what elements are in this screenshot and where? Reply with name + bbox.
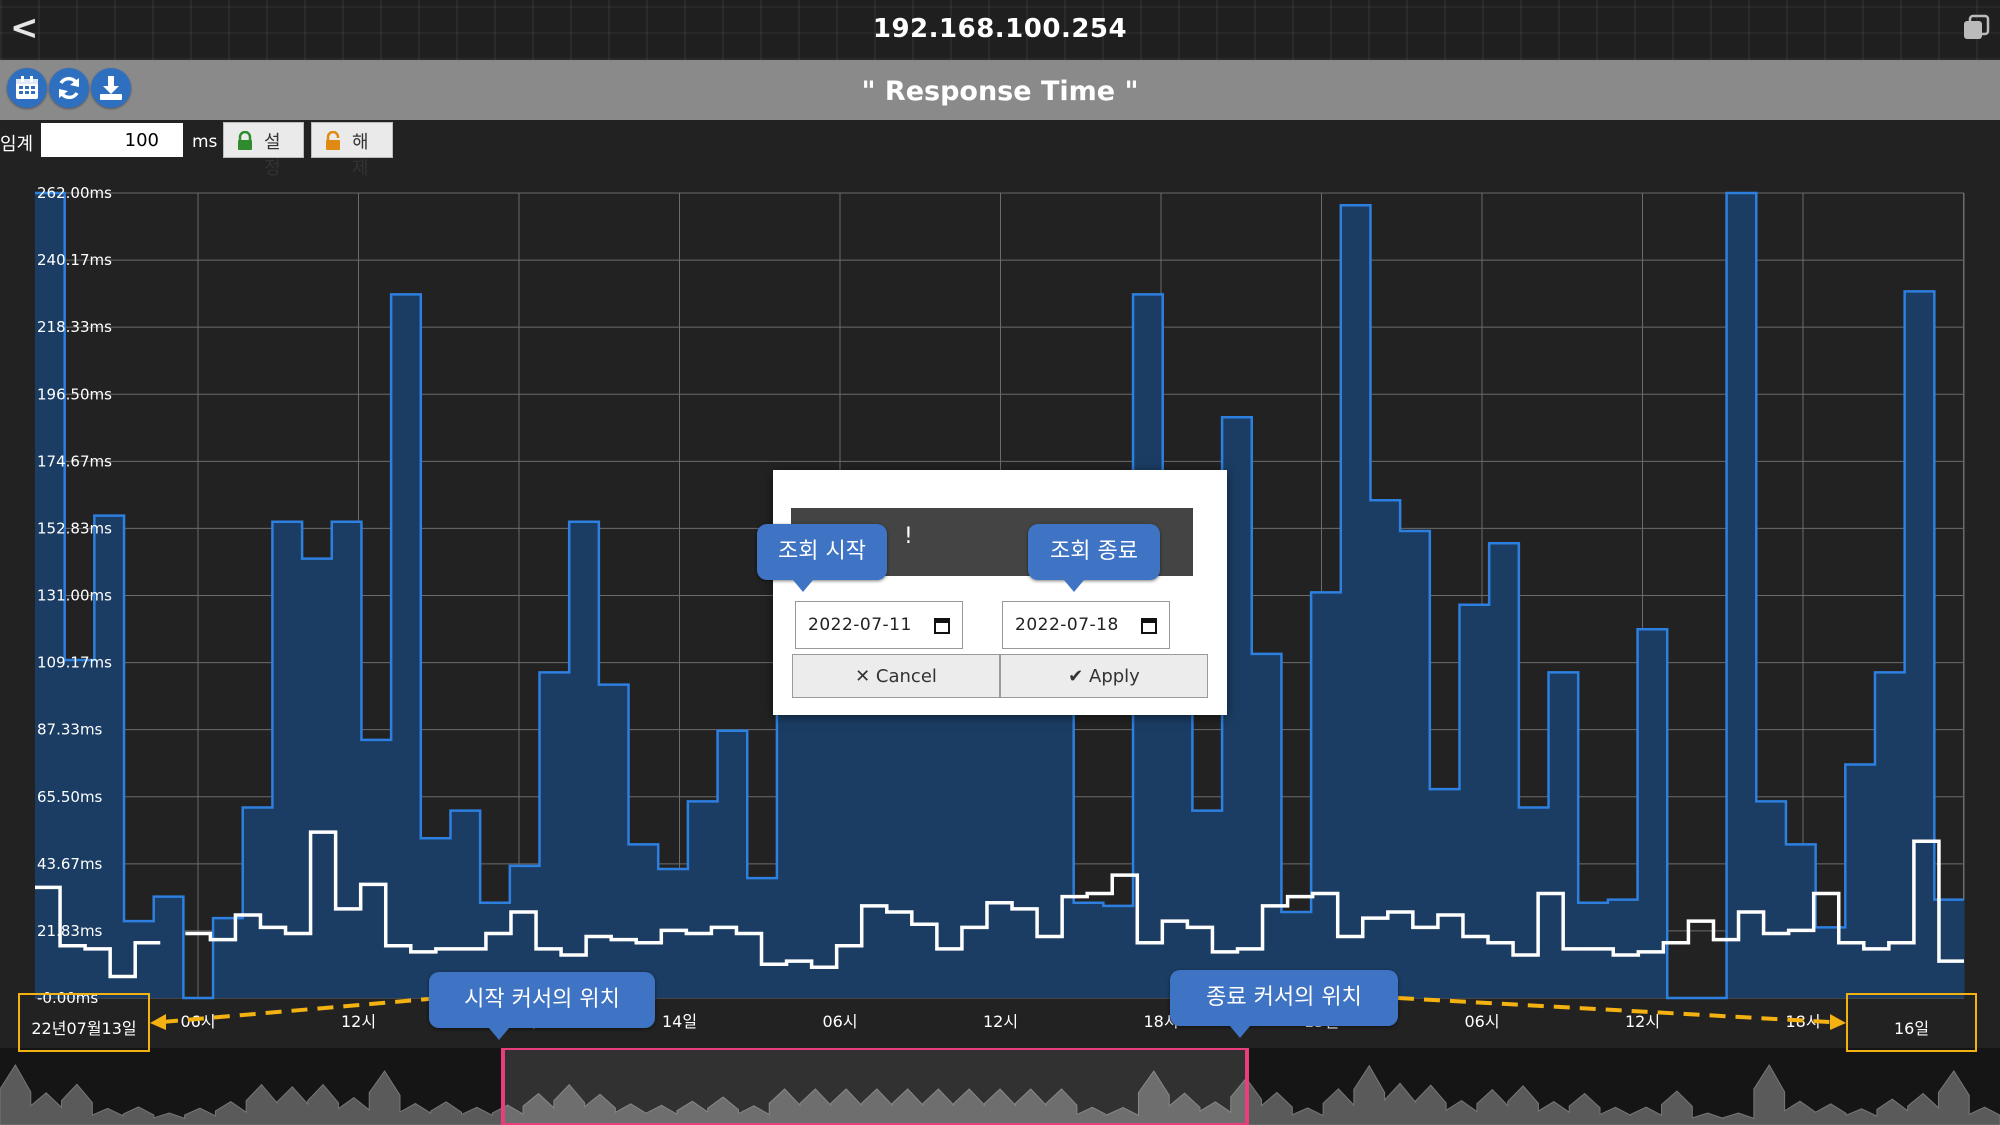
area-bar[interactable]: [1251, 653, 1282, 998]
y-tick-label: 87.33ms: [37, 721, 103, 739]
close-icon: ✕: [855, 666, 871, 687]
query-start-text: 조회 시작: [778, 539, 866, 564]
threshold-row: 임계 ms 설정 해제: [0, 120, 2000, 179]
y-tick-label: 240.17ms: [37, 251, 112, 269]
cancel-label: Cancel: [875, 666, 937, 687]
start-date-input[interactable]: 2022-07-11: [795, 601, 963, 649]
release-threshold-button[interactable]: 해제: [311, 122, 393, 179]
range-arrows: [150, 996, 1846, 1030]
y-tick-label: 262.00ms: [37, 184, 112, 202]
query-end-callout: 조회 종료: [1028, 524, 1160, 592]
window-restore-icon[interactable]: [1962, 14, 1990, 42]
check-icon: ✔: [1068, 666, 1084, 687]
title-bar: < 192.168.100.254: [0, 0, 2000, 60]
end-cursor-callout: 종료 커서의 위치: [1170, 970, 1398, 1038]
area-bar[interactable]: [1904, 291, 1935, 998]
toolbar: " Response Time ": [0, 60, 2000, 120]
date-range-dialog: ! 2022-07-11 2022-07-18 ✕ Cancel ✔ Apply: [773, 470, 1227, 715]
chart-title: " Response Time ": [861, 76, 1139, 107]
unlock-icon: [326, 131, 340, 150]
end-date-input[interactable]: 2022-07-18: [1002, 601, 1170, 649]
navigator-selection[interactable]: [501, 1048, 1249, 1125]
area-bar[interactable]: [391, 294, 422, 998]
start-date-value: 2022-07-11: [808, 615, 912, 635]
area-bar[interactable]: [1340, 205, 1371, 999]
area-bar[interactable]: [598, 684, 630, 998]
set-threshold-button[interactable]: 설정: [223, 122, 304, 179]
lock-icon: [238, 131, 252, 150]
area-bar[interactable]: [1489, 543, 1520, 998]
dialog-header-text: !: [904, 524, 913, 549]
y-tick-label: 43.67ms: [37, 855, 103, 873]
y-tick-label: 65.50ms: [37, 788, 103, 806]
window-title: 192.168.100.254: [872, 14, 1128, 44]
calendar-icon[interactable]: [1141, 616, 1157, 634]
y-tick-label: 21.83ms: [37, 922, 103, 940]
area-bar[interactable]: [1370, 500, 1401, 998]
apply-button[interactable]: ✔ Apply: [1000, 654, 1208, 698]
end-date-value: 2022-07-18: [1015, 615, 1119, 635]
start-cursor-text: 시작 커서의 위치: [464, 987, 620, 1012]
query-start-callout: 조회 시작: [757, 524, 887, 592]
start-cursor-callout: 시작 커서의 위치: [429, 972, 655, 1040]
time-navigator[interactable]: [0, 1048, 2000, 1125]
end-cursor-text: 종료 커서의 위치: [1206, 985, 1362, 1010]
area-bar[interactable]: [717, 730, 748, 998]
threshold-label: 임계: [0, 134, 34, 155]
area-bar[interactable]: [569, 521, 600, 998]
y-tick-label: 109.17ms: [37, 654, 112, 672]
y-tick-label: 152.83ms: [37, 519, 112, 537]
y-tick-label: 174.67ms: [37, 452, 112, 470]
area-bar[interactable]: [1459, 604, 1490, 998]
query-end-text: 조회 종료: [1050, 539, 1138, 564]
area-bar[interactable]: [331, 521, 362, 998]
cancel-button[interactable]: ✕ Cancel: [792, 654, 1000, 698]
area-bar[interactable]: [1162, 666, 1193, 998]
area-bar[interactable]: [1726, 193, 1757, 998]
calendar-icon[interactable]: [934, 616, 950, 634]
y-tick-label: 131.00ms: [37, 587, 112, 605]
y-tick-label: 196.50ms: [37, 385, 112, 403]
y-tick-label: 218.33ms: [37, 318, 112, 336]
apply-label: Apply: [1089, 666, 1140, 687]
threshold-input[interactable]: [41, 123, 183, 157]
threshold-unit: ms: [192, 132, 218, 152]
